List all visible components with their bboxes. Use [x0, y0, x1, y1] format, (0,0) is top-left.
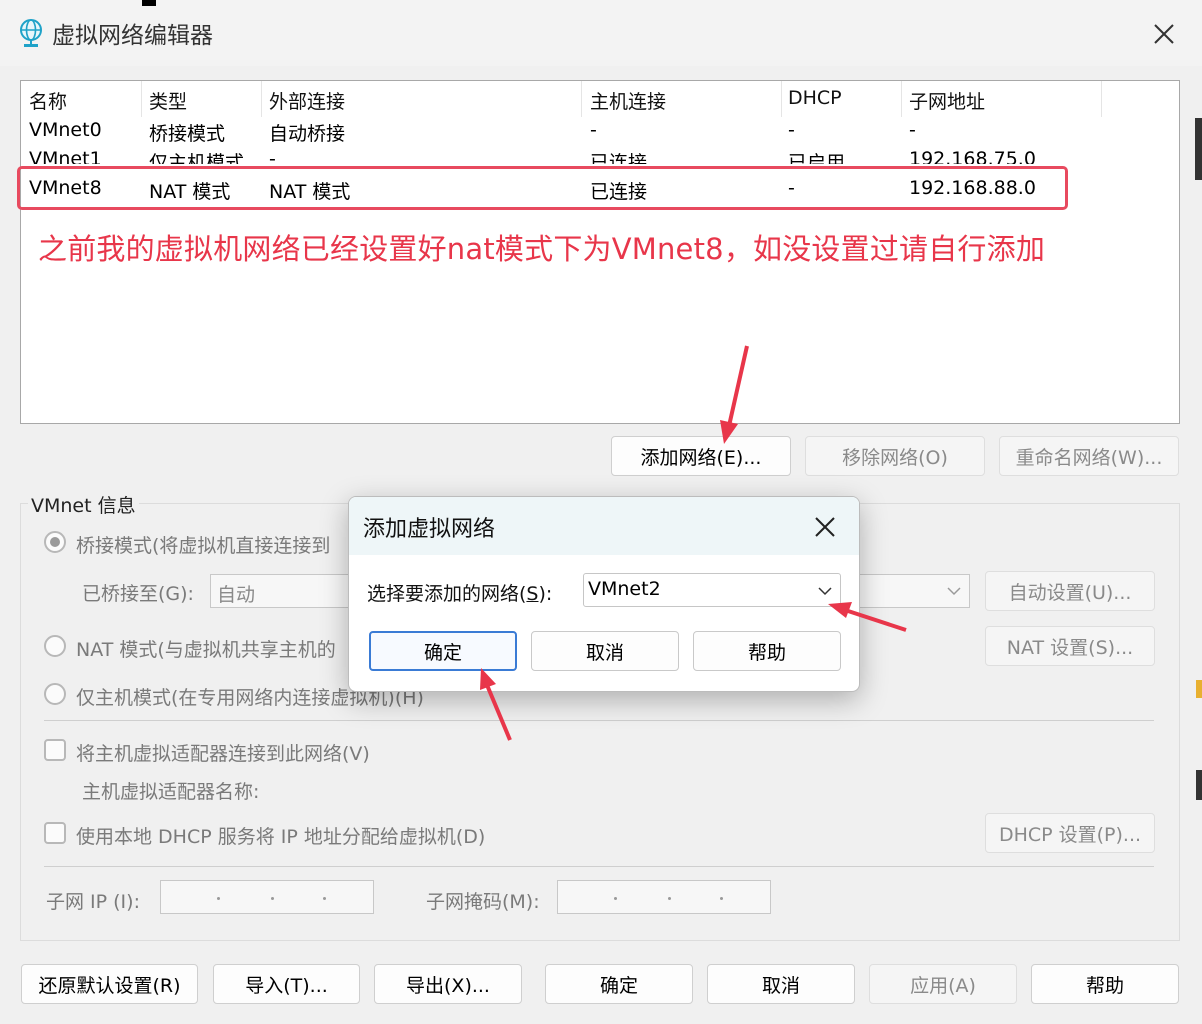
- cell-type: 仅主机模式: [149, 152, 245, 164]
- chevron-down-icon: [818, 587, 832, 596]
- dhcp-settings-button[interactable]: DHCP 设置(P)...: [985, 813, 1155, 853]
- cancel-button[interactable]: 取消: [707, 964, 855, 1004]
- nat-mode-label: NAT 模式(与虚拟机共享主机的: [76, 639, 336, 661]
- bridged-to-label: 已桥接至(G):: [82, 583, 194, 605]
- cell-type: 桥接模式: [149, 123, 226, 145]
- close-icon[interactable]: [811, 513, 839, 541]
- close-icon[interactable]: [1148, 18, 1180, 50]
- remove-network-button[interactable]: 移除网络(O): [805, 436, 985, 476]
- subnet-mask-label: 子网掩码(M):: [426, 891, 540, 913]
- column-separator: [901, 81, 902, 117]
- adapter-name-label: 主机虚拟适配器名称:: [82, 781, 260, 803]
- chevron-down-icon: [947, 587, 961, 596]
- window-title: 虚拟网络编辑器: [52, 23, 213, 49]
- use-dhcp-label: 使用本地 DHCP 服务将 IP 地址分配给虚拟机(D): [76, 826, 486, 848]
- background-edge-mark: [142, 0, 156, 6]
- rename-network-button[interactable]: 重命名网络(W)...: [999, 436, 1179, 476]
- select-network-label-suffix: ):: [538, 583, 553, 605]
- ip-dot: [271, 897, 274, 900]
- bridged-mode-label: 桥接模式(将虚拟机直接连接到: [76, 535, 331, 557]
- annotation-highlight-box: [17, 166, 1068, 210]
- auto-settings-button[interactable]: 自动设置(U)...: [985, 571, 1155, 611]
- bridged-to-value: 自动: [217, 584, 256, 606]
- network-select[interactable]: VMnet2: [583, 573, 841, 607]
- cell-name: VMnet1: [29, 148, 102, 164]
- nat-mode-radio[interactable]: [44, 635, 66, 657]
- export-button[interactable]: 导出(X)...: [374, 964, 522, 1004]
- annotation-text: 之前我的虚拟机网络已经设置好nat模式下为VMnet8，如没设置过请自行添加: [38, 232, 1046, 266]
- add-network-button[interactable]: 添加网络(E)...: [611, 436, 791, 476]
- ip-dot: [323, 897, 326, 900]
- vmnet-info-title: VMnet 信息: [28, 491, 139, 518]
- column-header-subnet[interactable]: 子网地址: [909, 87, 985, 114]
- cell-dhcp: -: [788, 119, 795, 141]
- column-separator: [1101, 81, 1102, 117]
- cell-name: VMnet0: [29, 119, 102, 141]
- network-select-value: VMnet2: [588, 578, 661, 600]
- use-dhcp-checkbox[interactable]: [44, 822, 66, 844]
- host-only-radio[interactable]: [44, 683, 66, 705]
- cell-host: -: [590, 119, 597, 141]
- ip-dot: [217, 897, 220, 900]
- column-header-name[interactable]: 名称: [29, 87, 67, 114]
- restore-defaults-button[interactable]: 还原默认设置(R): [21, 964, 198, 1004]
- import-button[interactable]: 导入(T)...: [213, 964, 360, 1004]
- connect-adapter-checkbox[interactable]: [44, 739, 66, 761]
- cell-host: 已连接: [590, 152, 648, 164]
- select-network-label-key: S: [526, 583, 539, 605]
- column-header-host[interactable]: 主机连接: [590, 87, 666, 114]
- background-edge-mark: [1195, 118, 1202, 180]
- subnet-ip-input[interactable]: [160, 880, 374, 914]
- subnet-ip-label: 子网 IP (I):: [46, 891, 140, 913]
- column-separator: [781, 81, 782, 117]
- ip-dot: [720, 897, 723, 900]
- cell-dhcp: 已启用: [788, 152, 846, 164]
- select-network-label-prefix: 选择要添加的网络(: [367, 583, 527, 605]
- column-separator: [141, 81, 142, 117]
- title-bar: 虚拟网络编辑器: [0, 0, 1202, 66]
- dialog-ok-button[interactable]: 确定: [369, 631, 517, 671]
- dialog-title: 添加虚拟网络: [363, 517, 496, 542]
- table-row[interactable]: VMnet1 仅主机模式 - 已连接 已启用 192.168.75.0: [21, 148, 1179, 164]
- cell-subnet: -: [909, 119, 916, 141]
- ip-dot: [614, 897, 617, 900]
- ip-dot: [668, 897, 671, 900]
- column-separator: [261, 81, 262, 117]
- background-edge-mark: [1196, 770, 1202, 800]
- dialog-header: 添加虚拟网络: [349, 497, 859, 555]
- column-header-type[interactable]: 类型: [149, 87, 187, 114]
- apply-button[interactable]: 应用(A): [869, 964, 1017, 1004]
- connect-adapter-label: 将主机虚拟适配器连接到此网络(V): [76, 743, 370, 765]
- select-network-label: 选择要添加的网络(S):: [367, 579, 552, 606]
- cell-subnet: 192.168.75.0: [909, 148, 1036, 164]
- column-header-dhcp[interactable]: DHCP: [788, 87, 842, 109]
- background-edge-mark: [1196, 680, 1202, 698]
- separator: [44, 866, 1154, 867]
- column-header-external[interactable]: 外部连接: [269, 87, 345, 114]
- dialog-help-button[interactable]: 帮助: [693, 631, 841, 671]
- cell-external: 自动桥接: [269, 123, 346, 145]
- help-button[interactable]: 帮助: [1031, 964, 1179, 1004]
- network-globe-icon: [20, 19, 42, 47]
- add-virtual-network-dialog: 添加虚拟网络 选择要添加的网络(S): VMnet2 确定 取消 帮助: [348, 496, 860, 692]
- column-separator: [581, 81, 582, 117]
- bridged-mode-radio[interactable]: [44, 531, 66, 553]
- nat-settings-button[interactable]: NAT 设置(S)...: [985, 626, 1155, 666]
- cell-external: -: [269, 148, 276, 164]
- virtual-network-editor-window: 虚拟网络编辑器 名称 类型 外部连接 主机连接 DHCP 子网地址 VMnet0…: [0, 0, 1202, 1024]
- ok-button[interactable]: 确定: [545, 964, 693, 1004]
- dialog-cancel-button[interactable]: 取消: [531, 631, 679, 671]
- separator: [44, 720, 1154, 721]
- subnet-mask-input[interactable]: [557, 880, 771, 914]
